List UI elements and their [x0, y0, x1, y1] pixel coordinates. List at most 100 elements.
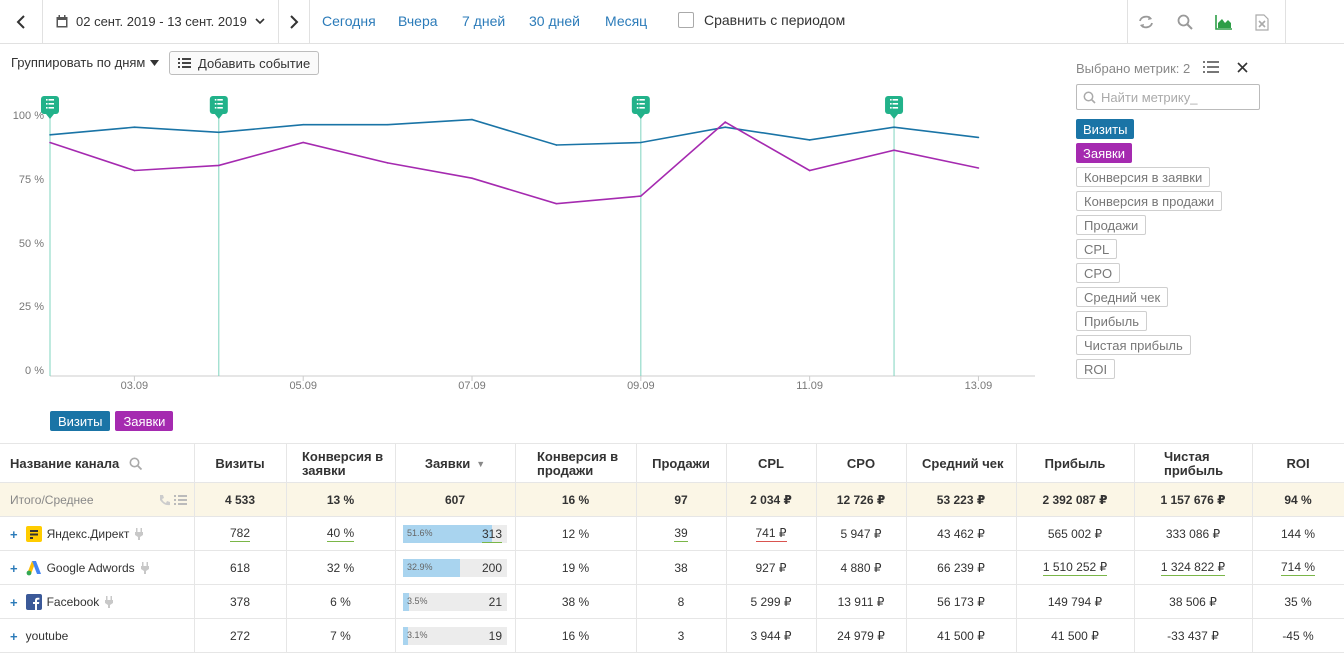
cell-profit: 1 510 252 ₽ — [1042, 560, 1108, 576]
metric-chip[interactable]: Конверсия в заявки — [1076, 167, 1211, 187]
header-profit[interactable]: Прибыль — [1016, 444, 1134, 484]
metric-search-input[interactable]: Найти метрику_ — [1076, 84, 1260, 110]
calendar-icon — [56, 15, 68, 28]
event-marker-icon[interactable] — [885, 96, 904, 119]
legend-item-visits[interactable]: Визиты — [50, 411, 111, 431]
cell-roi: 714 % — [1280, 560, 1316, 576]
header-roi[interactable]: ROI — [1252, 444, 1344, 484]
cell-cpo: 5 947 ₽ — [840, 527, 882, 541]
total-label: Итого/Среднее — [0, 483, 194, 517]
facebook-icon — [25, 594, 42, 610]
group-by-dropdown[interactable]: Группировать по дням — [11, 55, 160, 70]
expand-plus-icon[interactable]: + — [10, 629, 18, 644]
point-leads-05.09 — [302, 141, 305, 144]
next-period-button[interactable] — [279, 0, 309, 43]
channel-cell[interactable]: + youtube — [0, 619, 194, 653]
event-marker-icon[interactable] — [631, 96, 650, 119]
total-value: 607 — [444, 493, 466, 507]
yandex-direct-icon — [25, 526, 42, 542]
expand-plus-icon[interactable]: + — [10, 527, 18, 542]
expand-plus-icon[interactable]: + — [10, 595, 18, 610]
table-row[interactable]: + Facebook 378 6 % 3.5% 21 38 % 8 5 299 ₽ 13 911 … — [0, 585, 1344, 619]
metric-chip[interactable]: Чистая прибыль — [1076, 335, 1191, 355]
compare-period-checkbox[interactable]: Сравнить с периодом — [678, 12, 845, 28]
channel-cell[interactable]: + Facebook — [0, 585, 194, 619]
cell-cpo: 4 880 ₽ — [840, 561, 882, 575]
leads-cell: 51.6% 313 — [395, 517, 515, 551]
table-row[interactable]: + youtube 272 7 % 3.1% 19 16 % 3 3 944 ₽ 24 979 ₽… — [0, 619, 1344, 653]
point-leads-13.09 — [977, 167, 980, 169]
header-net-profit[interactable]: Чистая прибыль — [1134, 444, 1252, 484]
total-value: 1 157 676 ₽ — [1160, 493, 1226, 507]
list-icon[interactable] — [1203, 61, 1219, 74]
point-visits-03.09 — [133, 126, 136, 128]
cell-roi: -45 % — [1282, 629, 1314, 643]
metric-chip[interactable]: Прибыль — [1076, 311, 1147, 331]
table-row[interactable]: + Google Adwords 618 32 % 32.9% 200 19 % 38 927 … — [0, 551, 1344, 585]
period-month-link[interactable]: Месяц — [605, 13, 647, 29]
period-7days-link[interactable]: 7 дней — [462, 13, 505, 29]
header-channel-name[interactable]: Название канала — [0, 444, 194, 484]
leads-bar: 3.1% 19 — [403, 627, 507, 645]
point-leads-06.09 — [386, 162, 389, 164]
refresh-icon[interactable] — [1136, 12, 1156, 32]
expand-plus-icon[interactable]: + — [10, 561, 18, 576]
legend-item-leads[interactable]: Заявки — [115, 411, 174, 431]
point-leads-04.09 — [218, 164, 220, 167]
point-leads-12.09 — [893, 149, 895, 151]
header-sales[interactable]: Продажи — [636, 444, 726, 484]
table-total-row: Итого/Среднее 4 533 13 % 607 16 % 97 2 034 ₽ 12… — [0, 483, 1344, 517]
prev-period-button[interactable] — [0, 0, 42, 43]
table-row[interactable]: + Яндекс.Директ 782 40 % 51.6% 313 12 % 39 741 ₽… — [0, 517, 1344, 551]
chevron-left-icon — [16, 14, 25, 29]
metric-chip[interactable]: Конверсия в продажи — [1076, 191, 1223, 211]
metric-chip[interactable]: CPO — [1076, 263, 1121, 283]
metric-chip[interactable]: CPL — [1076, 239, 1118, 259]
cell-conv-sales: 16 % — [561, 629, 590, 643]
cell-net-profit: -33 437 ₽ — [1167, 629, 1219, 643]
search-icon[interactable] — [1175, 12, 1195, 32]
checkbox-box[interactable] — [678, 12, 694, 28]
header-leads[interactable]: Заявки ▼ — [395, 444, 515, 484]
metric-chip[interactable]: ROI — [1076, 359, 1116, 379]
period-yesterday-link[interactable]: Вчера — [398, 13, 438, 29]
metric-chip-selected[interactable]: Визиты — [1076, 119, 1135, 139]
header-visits[interactable]: Визиты — [194, 444, 286, 484]
chart-canvas — [41, 96, 1035, 381]
header-avg-check[interactable]: Средний чек — [906, 444, 1016, 484]
header-cpo[interactable]: CPO — [816, 444, 906, 484]
leads-value: 21 — [488, 595, 502, 609]
list-icon[interactable] — [174, 495, 187, 505]
total-value: 97 — [674, 493, 688, 507]
cell-conv-sales: 38 % — [561, 595, 590, 609]
add-event-button[interactable]: Добавить событие — [169, 51, 320, 75]
metric-chip[interactable]: Средний чек — [1076, 287, 1169, 307]
period-30days-link[interactable]: 30 дней — [529, 13, 580, 29]
area-chart-icon[interactable] — [1214, 12, 1234, 32]
cell-avg-check: 56 173 ₽ — [937, 595, 985, 609]
date-range-picker[interactable]: 02 сент. 2019 - 13 сент. 2019 — [56, 0, 265, 43]
plug-icon — [140, 562, 149, 574]
event-marker-icon[interactable] — [209, 96, 228, 119]
period-today-link[interactable]: Сегодня — [322, 13, 376, 29]
search-icon[interactable] — [129, 457, 143, 471]
metric-chip-selected[interactable]: Заявки — [1076, 143, 1132, 163]
event-marker-icon[interactable] — [41, 96, 59, 119]
cell-profit: 149 794 ₽ — [1047, 595, 1103, 609]
channel-cell[interactable]: + Яндекс.Директ — [0, 517, 194, 551]
channel-cell[interactable]: + Google Adwords — [0, 551, 194, 585]
compare-period-label: Сравнить с периодом — [704, 12, 846, 28]
cell-visits: 378 — [229, 595, 251, 609]
leads-cell: 3.1% 19 — [395, 619, 515, 653]
excel-export-icon[interactable] — [1252, 12, 1272, 32]
header-conv-sales[interactable]: Конверсия в продажи — [515, 444, 636, 484]
header-cpl[interactable]: CPL — [726, 444, 816, 484]
cell-avg-check: 43 462 ₽ — [937, 527, 985, 541]
leads-value: 313 — [481, 527, 502, 543]
total-value: 53 223 ₽ — [936, 493, 986, 507]
channel-name: youtube — [25, 629, 69, 643]
close-icon[interactable] — [1237, 62, 1248, 73]
cell-roi: 144 % — [1280, 527, 1316, 541]
header-conv-leads[interactable]: Конверсия в заявки — [286, 444, 395, 484]
metric-chip[interactable]: Продажи — [1076, 215, 1147, 235]
